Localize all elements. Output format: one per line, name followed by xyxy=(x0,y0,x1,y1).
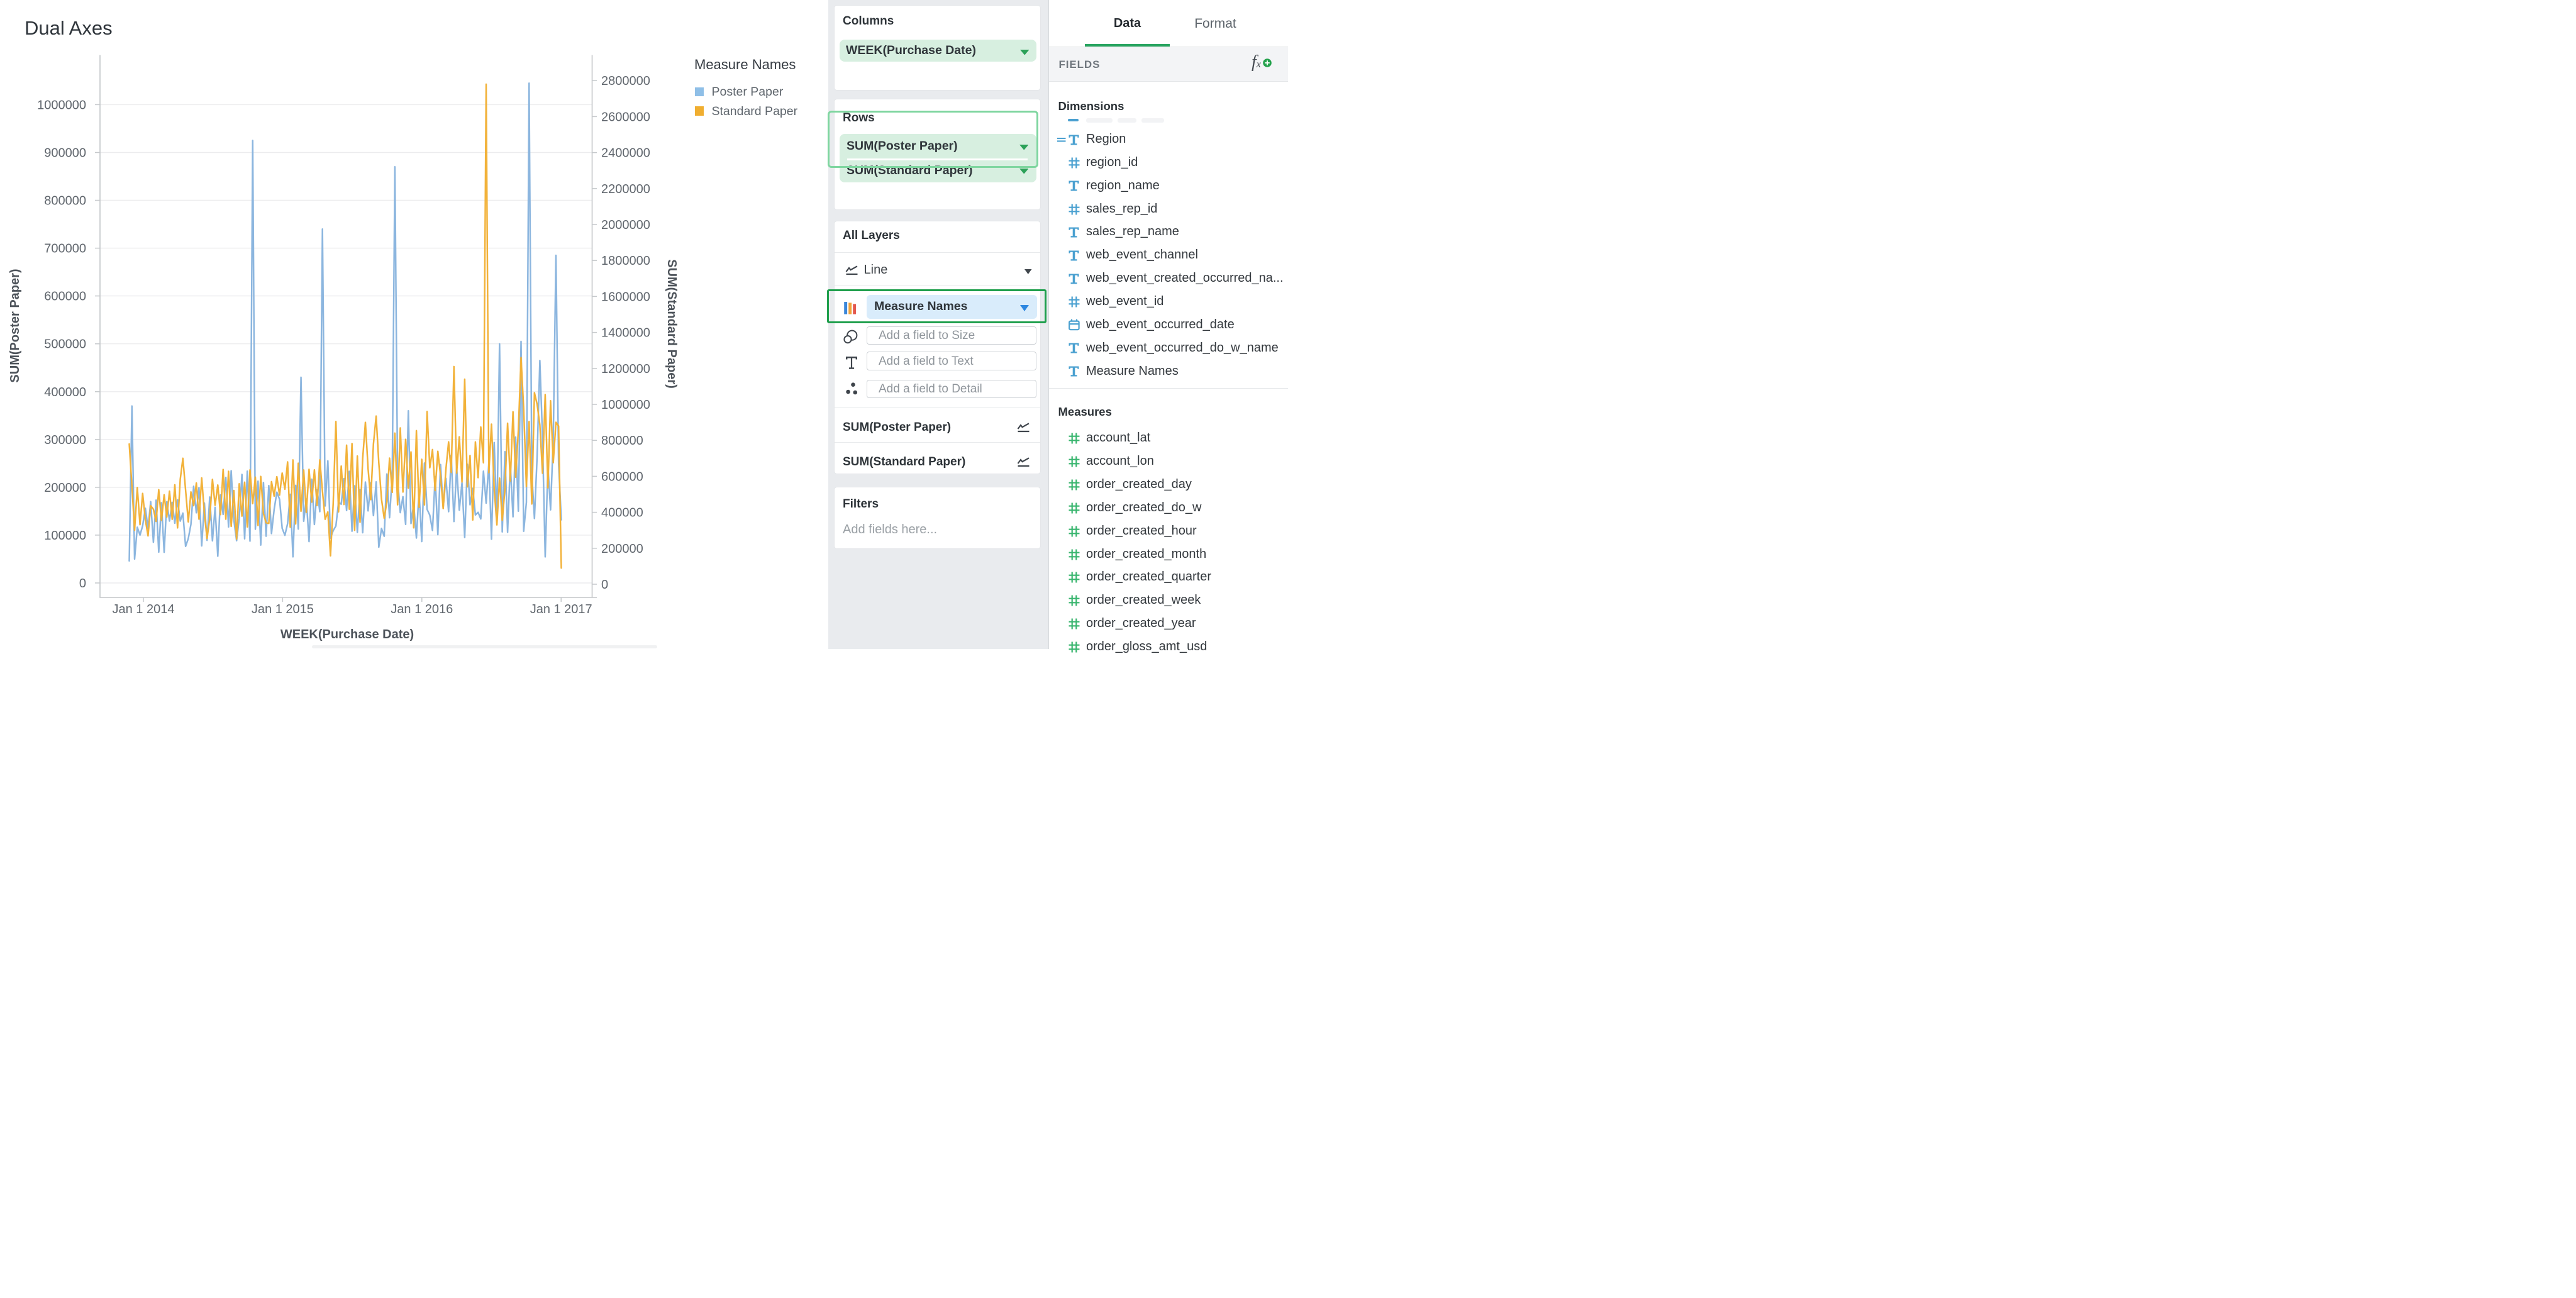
svg-text:Jan 1 2017: Jan 1 2017 xyxy=(530,602,592,616)
svg-text:Jan 1 2015: Jan 1 2015 xyxy=(252,602,314,616)
svg-text:Jan 1 2014: Jan 1 2014 xyxy=(113,602,175,616)
svg-text:2200000: 2200000 xyxy=(601,182,650,196)
svg-text:1000000: 1000000 xyxy=(601,398,650,412)
svg-text:1400000: 1400000 xyxy=(601,326,650,340)
svg-text:800000: 800000 xyxy=(601,434,643,448)
svg-text:400000: 400000 xyxy=(44,386,86,399)
svg-text:SUM(Standard Paper): SUM(Standard Paper) xyxy=(665,259,679,389)
svg-text:100000: 100000 xyxy=(44,529,86,543)
svg-text:800000: 800000 xyxy=(44,194,86,208)
svg-text:0: 0 xyxy=(601,578,608,592)
svg-text:2000000: 2000000 xyxy=(601,218,650,232)
svg-text:SUM(Poster Paper): SUM(Poster Paper) xyxy=(8,269,22,382)
svg-text:Jan 1 2016: Jan 1 2016 xyxy=(391,602,453,616)
svg-text:600000: 600000 xyxy=(44,290,86,304)
svg-text:200000: 200000 xyxy=(601,542,643,556)
svg-text:2400000: 2400000 xyxy=(601,147,650,160)
svg-text:500000: 500000 xyxy=(44,338,86,352)
svg-text:1200000: 1200000 xyxy=(601,362,650,376)
svg-text:0: 0 xyxy=(79,577,86,591)
svg-text:300000: 300000 xyxy=(44,433,86,447)
svg-text:1600000: 1600000 xyxy=(601,290,650,304)
svg-text:1000000: 1000000 xyxy=(37,98,86,112)
svg-text:2600000: 2600000 xyxy=(601,110,650,124)
svg-text:1800000: 1800000 xyxy=(601,254,650,268)
svg-text:700000: 700000 xyxy=(44,242,86,256)
svg-text:900000: 900000 xyxy=(44,147,86,160)
svg-text:2800000: 2800000 xyxy=(601,74,650,88)
svg-text:600000: 600000 xyxy=(601,470,643,484)
svg-text:WEEK(Purchase Date): WEEK(Purchase Date) xyxy=(280,628,414,641)
svg-text:200000: 200000 xyxy=(44,481,86,495)
svg-text:400000: 400000 xyxy=(601,506,643,520)
